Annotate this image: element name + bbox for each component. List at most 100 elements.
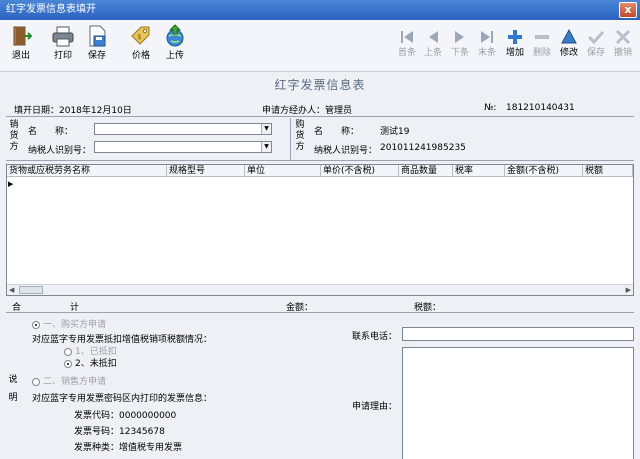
- seller-apply-radio[interactable]: [32, 377, 40, 386]
- save-document-icon: [89, 25, 106, 47]
- delete-label: 删除: [532, 48, 551, 58]
- col-header-unit-price[interactable]: 单价(不含税): [321, 165, 399, 177]
- undo-cross-icon: [615, 29, 631, 45]
- upload-globe-icon: [166, 24, 184, 47]
- seller-tax-select[interactable]: ▼: [94, 141, 272, 153]
- invoice-kind: 发票种类：增值税专用发票: [74, 443, 183, 453]
- seller-side-label: 销货方: [9, 120, 19, 152]
- next-record-icon: [455, 31, 464, 43]
- exit-button[interactable]: 退出: [4, 24, 38, 70]
- last-record-button[interactable]: 末条: [474, 28, 500, 68]
- not-deducted-radio[interactable]: [64, 359, 72, 368]
- goods-table[interactable]: 货物或应税劳务名称 规格型号 单位 单价(不含税) 商品数量 税率 金额(不含税…: [6, 164, 634, 296]
- add-label: 增加: [505, 48, 524, 58]
- buyer-tax-label: 纳税人识别号：: [314, 146, 378, 156]
- svg-text:$: $: [137, 33, 141, 41]
- next-record-label: 下条: [450, 48, 469, 58]
- price-label: 价格: [131, 51, 150, 61]
- not-deducted-label: 2、未抵扣: [75, 359, 117, 369]
- scroll-thumb[interactable]: [19, 286, 43, 294]
- row-pointer-icon: ▶: [8, 180, 14, 188]
- prev-record-button[interactable]: 上条: [420, 28, 446, 68]
- save-record-button[interactable]: 保存: [583, 28, 609, 68]
- invoice-code: 发票代码：0000000000: [74, 411, 177, 421]
- print-label: 打印: [53, 51, 72, 61]
- form-number-value: 181210140431: [506, 103, 575, 113]
- buyer-apply-radio[interactable]: [32, 320, 40, 329]
- horizontal-scrollbar[interactable]: ◀ ▶: [7, 284, 633, 295]
- col-header-tax[interactable]: 税额: [583, 165, 633, 177]
- save-button[interactable]: 保存: [80, 24, 114, 70]
- printer-icon: [52, 26, 74, 47]
- last-record-label: 末条: [477, 48, 496, 58]
- col-header-spec[interactable]: 规格型号: [167, 165, 245, 177]
- explanation-panel: 说明 一、购买方申请 对应蓝字专用发票抵扣增值税销项税额情况： 1、已抵扣 2、…: [6, 312, 634, 459]
- upload-label: 上传: [165, 51, 184, 61]
- form-title: 红字发票信息表: [274, 78, 366, 92]
- invoice-number: 发票号码：12345678: [74, 427, 165, 437]
- checkmark-icon: [587, 30, 605, 45]
- delete-button[interactable]: 删除: [529, 28, 555, 68]
- seller-apply-label: 二、销售方申请: [43, 377, 107, 387]
- exit-icon: [13, 26, 33, 46]
- reason-label: 申请理由：: [352, 402, 398, 412]
- first-record-button[interactable]: 首条: [394, 28, 420, 68]
- upload-button[interactable]: 上传: [158, 24, 192, 70]
- col-header-quantity[interactable]: 商品数量: [399, 165, 453, 177]
- seller-tax-label: 纳税人识别号：: [28, 146, 92, 156]
- plus-icon: [508, 30, 522, 44]
- deduct-question: 对应蓝字专用发票抵扣增值税销项税额情况：: [32, 335, 213, 345]
- next-record-button[interactable]: 下条: [447, 28, 473, 68]
- col-header-tax-rate[interactable]: 税率: [453, 165, 505, 177]
- scroll-right-icon[interactable]: ▶: [626, 285, 631, 295]
- price-button[interactable]: $ 价格: [124, 24, 158, 70]
- edit-button[interactable]: 修改: [556, 28, 582, 68]
- buyer-apply-label: 一、购买方申请: [43, 320, 107, 330]
- first-record-icon: [401, 31, 413, 43]
- last-record-icon: [481, 31, 493, 43]
- window-title: 红字发票信息表填开: [6, 4, 96, 15]
- chevron-down-icon: ▼: [261, 142, 271, 152]
- buyer-name-value: 测试19: [380, 127, 410, 137]
- scroll-left-icon[interactable]: ◀: [9, 285, 14, 295]
- chevron-down-icon: ▼: [261, 124, 271, 134]
- invoice-info-heading: 对应蓝字专用发票密码区内打印的发票信息：: [32, 394, 213, 404]
- col-header-goods-name[interactable]: 货物或应税劳务名称: [7, 165, 167, 177]
- prev-record-label: 上条: [423, 48, 442, 58]
- divider: [290, 118, 291, 160]
- divider: [6, 160, 634, 161]
- seller-name-select[interactable]: ▼: [94, 123, 272, 135]
- buyer-name-label: 名 称：: [314, 127, 360, 137]
- fill-date: 填开日期：2018年12月10日: [14, 106, 132, 116]
- application-window: 红字发票信息表填开 x 退出 打印 保存 $ 价格 上传 首条 上条 下条 末条…: [0, 0, 640, 459]
- buyer-side-label: 购货方: [295, 120, 305, 152]
- seller-name-label: 名 称：: [28, 127, 74, 137]
- minus-icon: [535, 35, 549, 39]
- prev-record-icon: [429, 31, 438, 43]
- seller-apply-option[interactable]: 二、销售方申请: [32, 374, 106, 387]
- exit-label: 退出: [11, 51, 30, 61]
- explanation-side-label: 说明: [8, 375, 18, 403]
- save-label: 保存: [87, 51, 106, 61]
- buyer-apply-option[interactable]: 一、购买方申请: [32, 317, 106, 330]
- divider: [6, 116, 634, 117]
- edit-triangle-icon: [561, 28, 577, 44]
- applicant-handler: 申请方经办人：管理员: [262, 106, 353, 116]
- undo-button[interactable]: 撤销: [610, 28, 636, 68]
- form-number-label: №:: [484, 103, 497, 113]
- toolbar: 退出 打印 保存 $ 价格 上传 首条 上条 下条 末条 增加 删除 修改 保存…: [0, 20, 640, 72]
- close-button[interactable]: x: [619, 2, 637, 18]
- col-header-unit[interactable]: 单位: [245, 165, 321, 177]
- edit-label: 修改: [559, 48, 578, 58]
- col-header-amount[interactable]: 金额(不含税): [505, 165, 583, 177]
- add-button[interactable]: 增加: [502, 28, 528, 68]
- buyer-tax-value: 201011241985235: [380, 143, 466, 153]
- phone-label: 联系电话：: [352, 332, 398, 342]
- phone-input[interactable]: [402, 327, 634, 341]
- deducted-radio[interactable]: [64, 347, 72, 356]
- print-button[interactable]: 打印: [46, 24, 80, 70]
- not-deducted-option[interactable]: 2、未抵扣: [64, 356, 117, 369]
- price-tag-icon: $: [131, 26, 150, 45]
- save-record-label: 保存: [586, 48, 605, 58]
- reason-textarea[interactable]: [402, 347, 634, 459]
